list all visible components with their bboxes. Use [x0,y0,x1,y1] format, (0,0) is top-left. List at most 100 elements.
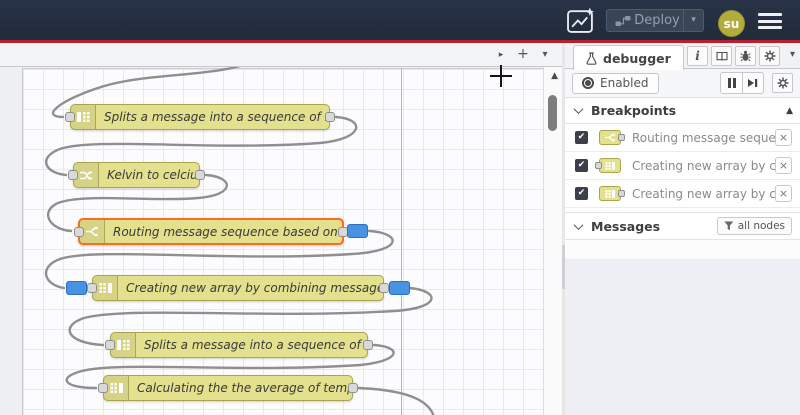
switch-node-icon [599,130,625,145]
input-port[interactable] [87,283,97,293]
output-port[interactable] [195,170,205,180]
input-port[interactable] [98,383,108,393]
enabled-label: Enabled [600,76,649,90]
messages-title: Messages [591,218,661,234]
user-avatar[interactable]: su [718,10,745,37]
output-port-icon [618,190,625,197]
filter-funnel-icon [724,221,734,231]
input-port[interactable] [105,340,115,350]
remove-breakpoint-button[interactable]: × [775,185,792,202]
breakpoint-label: Creating new array by combini [632,186,775,201]
canvas-scrollbar-thumb[interactable] [548,95,557,131]
deploy-options-caret[interactable]: ▾ [683,10,703,31]
debug-tab-button[interactable] [735,46,756,66]
deploy-nodes-icon [615,15,631,27]
config-tab-button[interactable] [759,46,780,66]
breakpoint-row[interactable]: ✔ Creating new array by combini × [565,180,800,208]
messages-section-header[interactable]: Messages all nodes [565,212,800,240]
breakpoint-label: Creating new array by combini [632,158,775,173]
menu-bar [758,19,782,23]
tab-label: debugger [603,50,671,66]
breakpoint-badge-output[interactable] [347,224,368,238]
breakpoint-row[interactable]: ✔ Routing message sequence ba × [565,124,800,152]
breakpoints-section-header[interactable]: Breakpoints ▲ [565,98,800,124]
chevron-down-icon [573,104,584,115]
crosshair-cursor [490,75,512,77]
bug-icon [740,50,751,62]
node-label: Routing message sequence based on condit… [113,224,342,239]
pause-icon [727,78,731,88]
tab-scroll-right-icon[interactable]: ▸ [492,46,510,64]
deploy-button[interactable]: Deploy ▾ [606,9,704,32]
breakpoint-checkbox[interactable]: ✔ [575,159,588,172]
pause-button[interactable] [721,73,742,93]
input-port[interactable] [68,170,78,180]
message-filter-button[interactable]: all nodes [716,217,792,235]
sidebar-tab-bar: debugger i ▾ [565,43,800,70]
input-port[interactable] [74,226,84,237]
flow-list-caret[interactable]: ▾ [536,46,554,64]
node-label: Splits a message into a sequence of mess… [104,110,329,124]
node-split-2[interactable]: Splits a message into a sequence of mess… [105,332,373,358]
pause-icon [732,78,736,88]
breakpoint-badge-output[interactable] [389,281,410,295]
breakpoint-label: Routing message sequence ba [632,130,775,145]
deploy-label: Deploy [634,13,680,28]
flask-icon [586,51,597,65]
info-icon: i [695,49,700,63]
node-split-1[interactable]: Splits a message into a sequence of mess… [65,104,335,130]
node-label: Kelvin to celcius [107,168,199,182]
flow-canvas[interactable]: Splits a message into a sequence of mess… [0,67,562,415]
node-label: Calculating the the average of temperatu… [137,381,352,395]
input-port[interactable] [65,112,75,122]
tab-debugger[interactable]: debugger [573,45,684,70]
join-node-icon [599,186,625,201]
join-node-icon [595,158,621,173]
output-port[interactable] [363,340,373,350]
debugger-toolbar: Enabled [565,69,800,98]
output-port[interactable] [379,283,389,293]
flow-chart-sparkle-icon[interactable] [566,7,596,34]
add-flow-button[interactable]: + [514,46,532,64]
node-switch-routing[interactable]: Routing message sequence based on condit… [74,218,348,245]
output-port[interactable] [325,112,335,122]
gear-icon [764,50,775,62]
breakpoint-checkbox[interactable]: ✔ [575,131,588,144]
help-tab-button[interactable] [711,46,732,66]
filter-label: all nodes [737,220,785,232]
node-change-kelvin[interactable]: Kelvin to celcius [68,162,205,188]
info-tab-button[interactable]: i [687,46,708,66]
debug-sidebar: debugger i ▾ Enabled Breakpoints ▲ ✔ Rou… [565,43,800,415]
debugger-enabled-toggle[interactable]: Enabled [572,72,659,94]
node-label: Splits a message into a sequence of mess… [144,338,367,352]
node-label: Creating new array by combining message … [126,281,383,295]
remove-breakpoint-button[interactable]: × [775,129,792,146]
book-icon [715,51,728,61]
node-join-average[interactable]: Calculating the the average of temperatu… [98,375,358,401]
toggle-icon [582,77,594,89]
node-red-editor: Deploy ▾ su ▸ + ▾ Splits a message into … [0,0,800,415]
workspace-left-margin [0,67,22,415]
gear-icon [777,77,788,89]
breakpoint-badge-input[interactable] [66,281,87,295]
main-menu-button[interactable] [758,13,782,29]
header-bar: Deploy ▾ su [0,0,800,40]
workspace-tab-bar: ▸ + ▾ [0,43,562,67]
messages-empty-area [565,260,800,415]
scroll-up-icon[interactable]: ▲ [551,71,558,81]
breakpoint-row[interactable]: ✔ Creating new array by combini × [565,152,800,180]
debugger-settings-button[interactable] [772,73,793,93]
breakpoint-checkbox[interactable]: ✔ [575,187,588,200]
sidebar-tab-list-caret[interactable]: ▾ [790,49,795,60]
breakpoints-title: Breakpoints [591,103,677,118]
remove-breakpoint-button[interactable]: × [775,157,792,174]
workspace-edge-line [401,68,402,415]
scroll-up-icon[interactable]: ▲ [786,106,793,116]
input-port-icon [595,162,602,169]
messages-empty-row [565,240,800,260]
menu-bar [758,26,782,29]
node-join-array[interactable]: Creating new array by combining message … [87,275,389,301]
step-next-button[interactable] [742,73,763,93]
menu-bar [758,13,782,16]
output-port[interactable] [348,383,358,393]
